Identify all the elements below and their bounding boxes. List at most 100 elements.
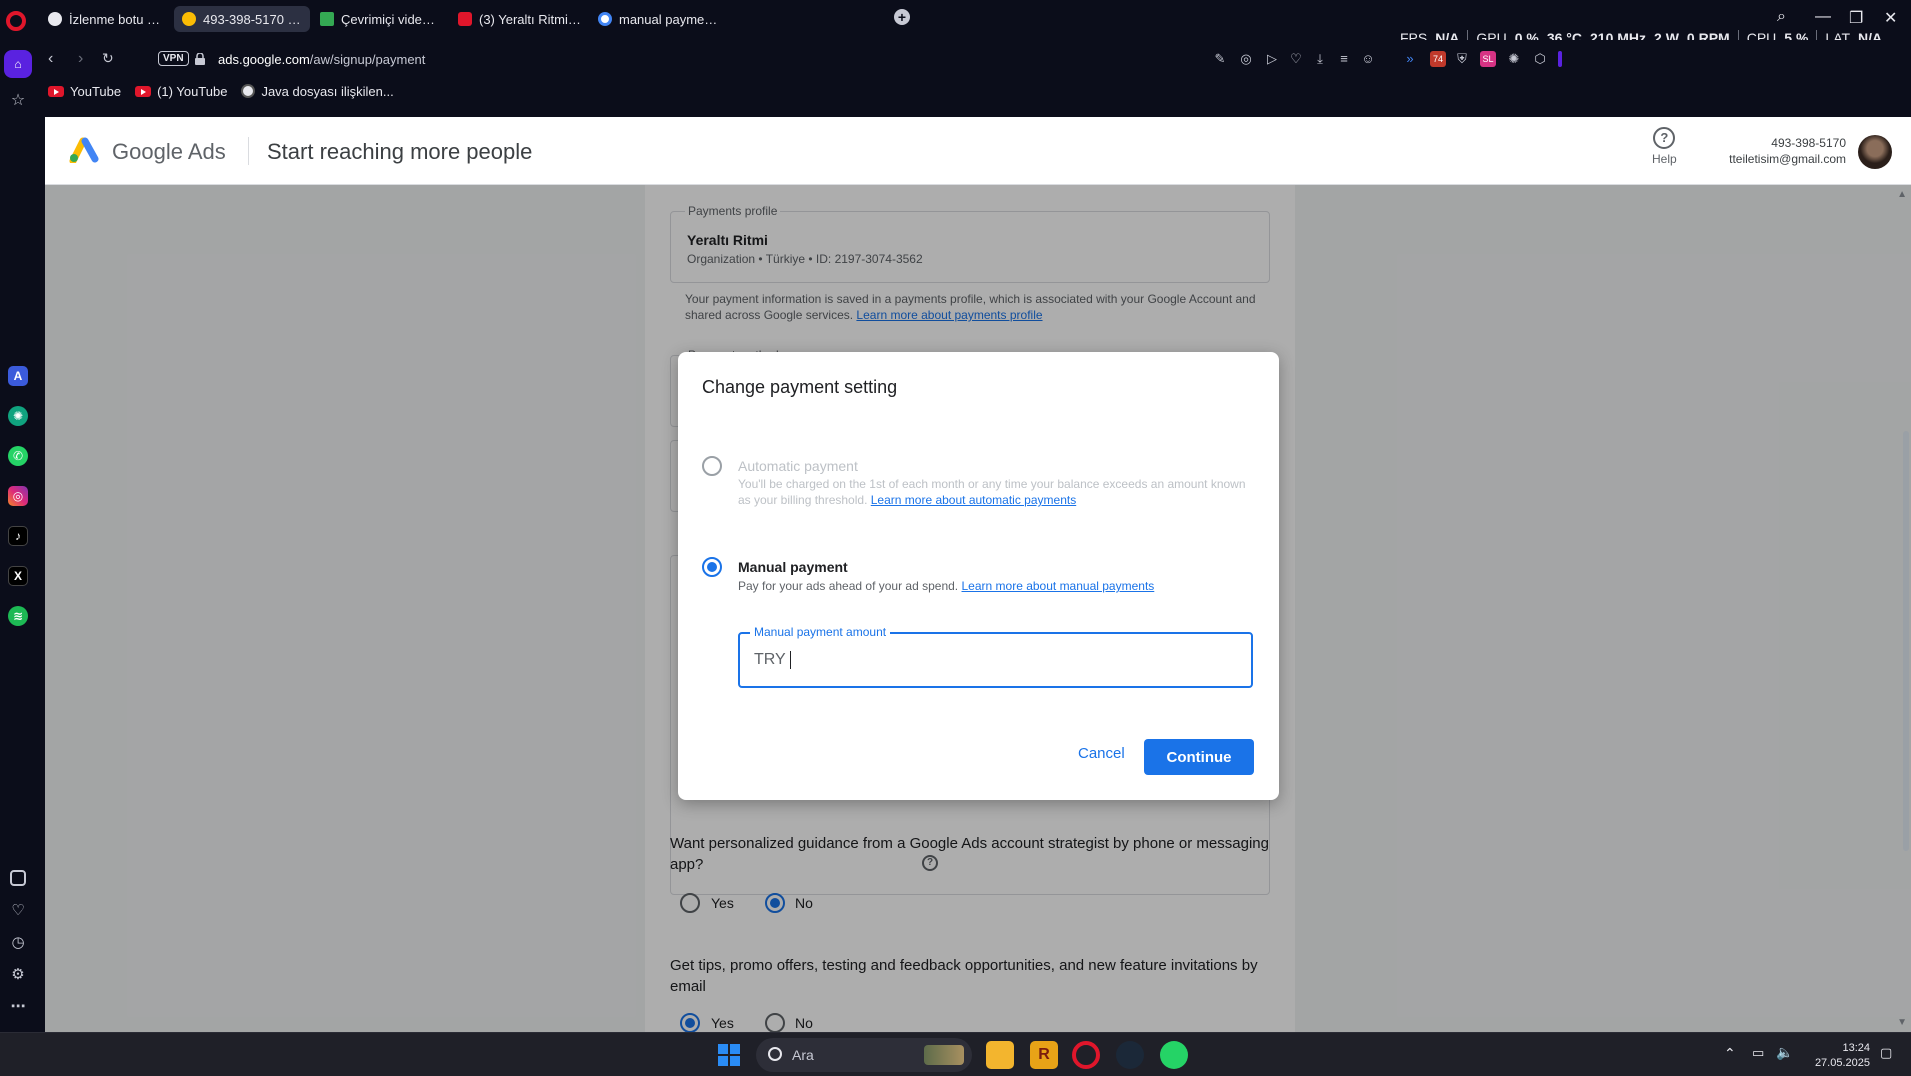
bookmark-java[interactable]: Java dosyası ilişkilen... (241, 83, 394, 99)
bookmarks-bar: YouTube (1) YouTube Java dosyası ilişkil… (40, 80, 1911, 102)
heart-icon[interactable]: ♡ (8, 900, 28, 920)
learn-more-automatic-link[interactable]: Learn more about automatic payments (871, 493, 1076, 507)
volume-icon[interactable]: 🔈 (1776, 1044, 1793, 1061)
chatgpt-icon[interactable]: ✺ (8, 406, 28, 426)
tab-video-downloader[interactable]: Çevrimiçi video indirici. Üc (312, 6, 448, 32)
sidebar-toggle-handle[interactable] (1558, 51, 1562, 67)
change-payment-setting-dialog: Change payment setting Automatic payment… (678, 352, 1279, 800)
brand-name: Google Ads (112, 139, 226, 164)
clock[interactable]: 13:24 27.05.2025 (1808, 1041, 1870, 1071)
divider (248, 137, 249, 165)
download-icon (320, 12, 334, 26)
settings-gear-icon[interactable]: ⚙ (8, 964, 28, 984)
restore-button[interactable]: ❐ (1849, 8, 1863, 28)
star-icon[interactable]: ☆ (8, 90, 28, 110)
profile-icon[interactable]: ☺ (1360, 51, 1376, 67)
heart-icon[interactable]: ♡ (1288, 51, 1304, 67)
opera-logo-icon[interactable] (6, 11, 26, 31)
whatsapp-taskbar-icon[interactable] (1160, 1041, 1188, 1069)
tab-title: (3) Yeraltı Ritmi - YouTube (479, 11, 582, 27)
menu-icon[interactable]: ≡ (1336, 51, 1352, 67)
help-button[interactable]: ? Help (1652, 127, 1677, 166)
manual-payment-radio[interactable] (702, 557, 722, 577)
search-tabs-icon[interactable]: ⌕ (1777, 8, 1786, 26)
url-field[interactable]: ads.google.com/aw/signup/payment (218, 52, 425, 67)
instagram-icon[interactable]: ◎ (8, 486, 28, 506)
tiktok-icon[interactable]: ♪ (8, 526, 28, 546)
sl-extension-icon[interactable]: SL (1480, 51, 1496, 67)
vpn-badge[interactable]: VPN (158, 51, 189, 66)
spotify-icon[interactable]: ≋ (8, 606, 28, 626)
java-icon (241, 84, 256, 98)
text-caret (789, 651, 791, 669)
download-icon[interactable]: ⤓ (1312, 51, 1328, 67)
google-icon (598, 12, 612, 26)
rockstar-launcher-icon[interactable]: R (1030, 1041, 1058, 1069)
whatsapp-icon[interactable]: ✆ (8, 446, 28, 466)
account-info[interactable]: 493-398-5170 tteiletisim@gmail.com (1729, 135, 1846, 167)
reload-icon[interactable]: ↻ (102, 50, 114, 67)
search-icon (768, 1047, 782, 1061)
learn-more-manual-link[interactable]: Learn more about manual payments (962, 579, 1155, 593)
scrollbar-thumb[interactable] (1903, 431, 1909, 851)
bookmark-label: Java dosyası ilişkilen... (261, 83, 394, 99)
taskbar-search[interactable]: Ara (756, 1038, 972, 1072)
home-icon[interactable]: ⌂ (4, 50, 32, 78)
scroll-down-icon[interactable]: ▼ (1897, 1017, 1907, 1028)
tab-google-ads[interactable]: 493-398-5170 - Google Ads (174, 6, 310, 32)
automatic-payment-desc: You'll be charged on the 1st of each mon… (738, 476, 1258, 508)
time: 13:24 (1842, 1042, 1870, 1054)
tray-chevron-icon[interactable]: ⌃ (1724, 1045, 1736, 1062)
chatgpt-extension-icon[interactable]: ✺ (1506, 51, 1522, 67)
manual-desc-text: Pay for your ads ahead of your ad spend. (738, 579, 959, 593)
aria-icon[interactable]: » (1402, 51, 1418, 67)
steam-icon[interactable] (1116, 1041, 1144, 1069)
more-icon[interactable]: ⋯ (8, 996, 28, 1016)
tab-google-search[interactable]: manual payment ne deme (590, 6, 728, 32)
account-email: tteiletisim@gmail.com (1729, 152, 1846, 166)
shield-icon[interactable]: ⛨ (1454, 51, 1470, 67)
forward-icon[interactable]: › (78, 50, 83, 68)
automatic-payment-radio[interactable] (702, 456, 722, 476)
continue-button[interactable]: Continue (1144, 739, 1254, 775)
notification-icon[interactable]: ▢ (1880, 1045, 1892, 1061)
avatar[interactable] (1858, 135, 1892, 169)
bookmark-youtube-2[interactable]: (1) YouTube (135, 84, 227, 99)
url-path: /aw/signup/payment (309, 52, 426, 67)
file-explorer-icon[interactable] (986, 1041, 1014, 1069)
camera-icon[interactable]: ◎ (1238, 51, 1254, 67)
tab-title: manual payment ne deme (619, 11, 720, 27)
cube-extension-icon[interactable]: ⬡ (1532, 51, 1548, 67)
manual-payment-desc: Pay for your ads ahead of your ad spend.… (738, 578, 1258, 594)
edit-icon[interactable]: ✎ (1212, 51, 1228, 67)
youtube-icon (48, 85, 64, 97)
x-twitter-icon[interactable]: X (8, 566, 28, 586)
help-label: Help (1652, 152, 1677, 166)
history-icon[interactable]: ◷ (8, 932, 28, 952)
tab-title: İzlenme botu tehlikesi (69, 11, 162, 27)
account-id: 493-398-5170 (1771, 136, 1846, 150)
address-bar: ‹ › ↻ VPN ads.google.com/aw/signup/payme… (40, 40, 1911, 80)
tab-youtube[interactable]: (3) Yeraltı Ritmi - YouTube (450, 6, 590, 32)
scroll-up-icon[interactable]: ▲ (1897, 189, 1907, 200)
manual-payment-title: Manual payment (738, 559, 848, 575)
cancel-button[interactable]: Cancel (1062, 736, 1141, 772)
amount-value[interactable]: TRY (754, 651, 791, 669)
aria-app-icon[interactable]: A (8, 366, 28, 386)
windows-start-icon[interactable] (718, 1044, 740, 1066)
bookmark-youtube[interactable]: YouTube (48, 84, 121, 99)
calendar-extension-icon[interactable]: 74 (1430, 51, 1446, 67)
close-window-button[interactable]: ✕ (1884, 8, 1897, 28)
manual-payment-amount-input[interactable]: Manual payment amount TRY (738, 625, 1253, 688)
apps-grid-icon[interactable] (10, 870, 26, 886)
bookmark-label: YouTube (70, 83, 122, 99)
network-icon[interactable]: ▭ (1752, 1045, 1764, 1061)
amount-field-label: Manual payment amount (750, 625, 891, 639)
play-icon[interactable]: ▷ (1264, 51, 1280, 67)
tab-izlenme[interactable]: İzlenme botu tehlikesi (40, 6, 170, 32)
new-tab-button[interactable]: + (894, 9, 910, 25)
back-icon[interactable]: ‹ (48, 50, 53, 68)
minimize-button[interactable]: — (1815, 8, 1831, 26)
opera-taskbar-icon[interactable] (1072, 1041, 1100, 1069)
lock-icon[interactable] (195, 53, 205, 65)
